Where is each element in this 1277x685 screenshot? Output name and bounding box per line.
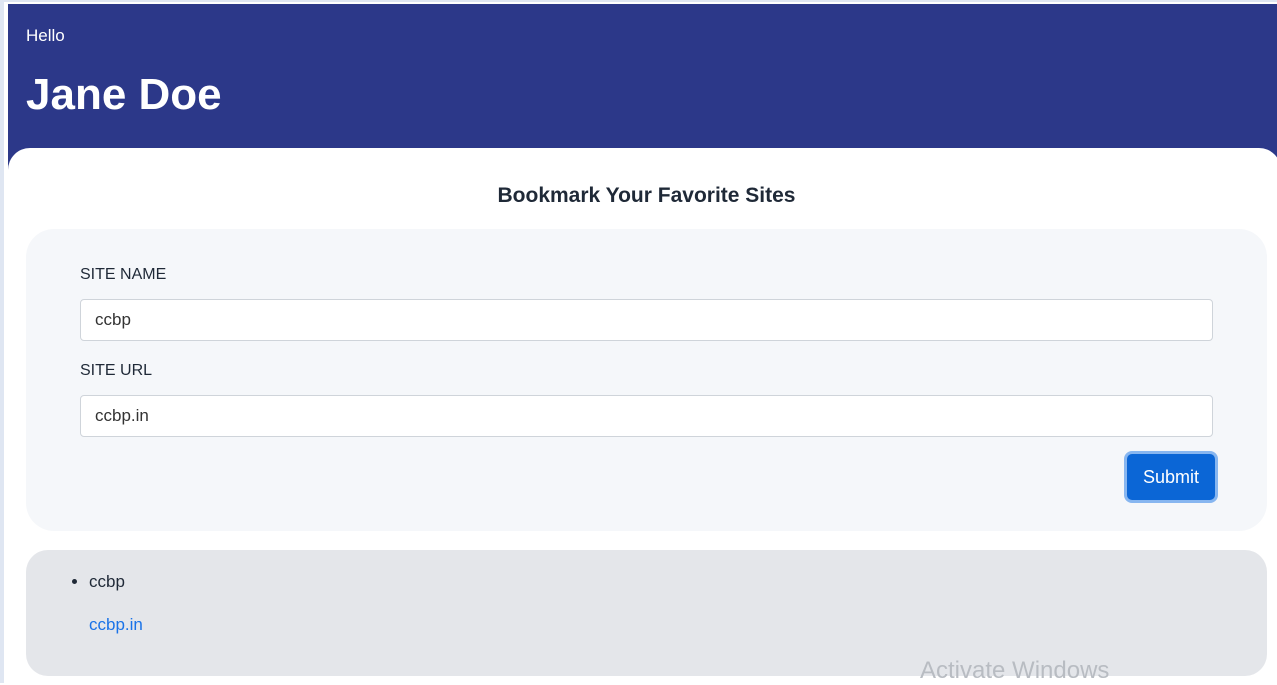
site-name-label: SITE NAME xyxy=(80,266,167,283)
user-name-heading: Jane Doe xyxy=(26,70,222,119)
bookmarks-list: ccbp ccbp.in xyxy=(66,570,143,635)
submit-button[interactable]: Submit xyxy=(1127,454,1215,500)
activate-windows-watermark: Activate Windows xyxy=(920,657,1110,684)
site-url-input[interactable] xyxy=(80,395,1213,437)
app-window: Hello Jane Doe Bookmark Your Favorite Si… xyxy=(0,0,1277,685)
page-title: Bookmark Your Favorite Sites xyxy=(497,184,796,207)
bookmark-link[interactable]: ccbp.in xyxy=(89,615,143,635)
list-item: ccbp ccbp.in xyxy=(89,570,143,635)
bookmark-name: ccbp xyxy=(89,572,125,591)
bookmark-card: Bookmark Your Favorite Sites SITE NAME S… xyxy=(8,148,1277,685)
bookmark-form: SITE NAME SITE URL Submit xyxy=(26,229,1267,531)
greeting-text: Hello xyxy=(26,26,65,45)
site-url-label: SITE URL xyxy=(80,362,153,379)
site-name-input[interactable] xyxy=(80,299,1213,341)
